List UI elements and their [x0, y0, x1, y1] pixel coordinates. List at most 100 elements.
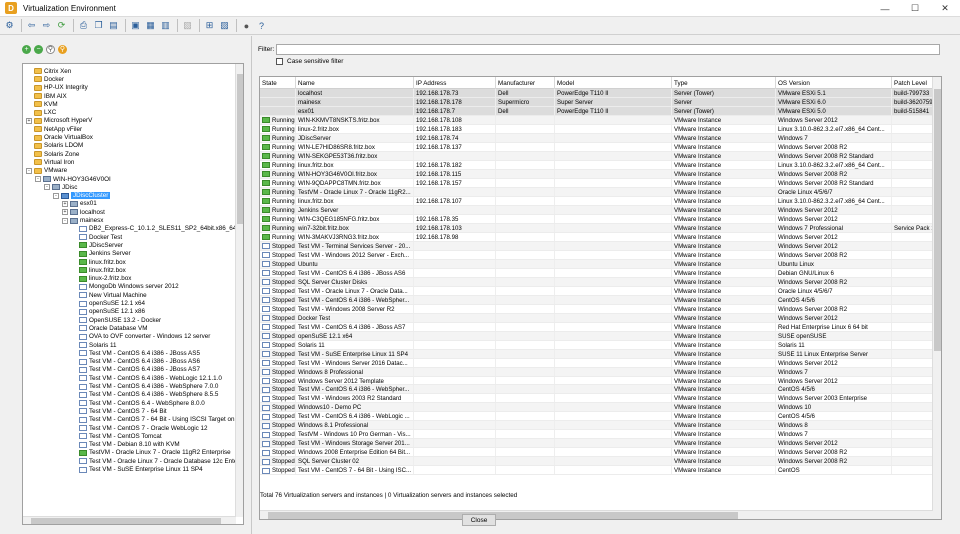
- tree-item[interactable]: Test VM - CentOS 6.4 i386 - WebLogic 12.…: [71, 374, 222, 382]
- tree-item[interactable]: TestVM - Oracle Linux 7 - Oracle 11gR2 E…: [71, 449, 231, 457]
- case-sensitive-option[interactable]: Case sensitive filter: [276, 58, 343, 65]
- table-row[interactable]: Stopped Test VM - CentOS 6.4 i386 - WebLo…: [260, 412, 933, 422]
- tree-item[interactable]: linux-2.fritz.box: [71, 275, 131, 283]
- copy-icon[interactable]: ❐: [92, 19, 105, 32]
- tree-item[interactable]: Test VM - Oracle Linux 7 - Oracle Databa…: [71, 457, 243, 465]
- tree-item[interactable]: Virtual Iron: [26, 158, 74, 166]
- tree-item[interactable]: Docker: [26, 75, 64, 83]
- window-icon[interactable]: ▣: [129, 19, 142, 32]
- table-row[interactable]: Stopped Test VM - CentOS 6.4 i386 - WebSp…: [260, 295, 933, 305]
- table-row[interactable]: Stopped Test VM - CentOS 6.4 i386 - WebSp…: [260, 385, 933, 395]
- tree-item[interactable]: New Virtual Machine: [71, 291, 147, 299]
- table-row[interactable]: Running TestVM - Oracle Linux 7 - Oracle …: [260, 187, 933, 197]
- table-vertical-scrollbar[interactable]: [932, 77, 941, 519]
- tree-item[interactable]: + localhost: [62, 208, 105, 216]
- table-row[interactable]: Stopped Windows 8 Professional VMware Inst…: [260, 367, 933, 377]
- tree-item[interactable]: MongoDb Windows server 2012: [71, 283, 179, 291]
- tree-item[interactable]: Test VM - CentOS 6.4 i386 - JBoss AS6: [71, 358, 200, 366]
- expand-icon[interactable]: +: [26, 117, 32, 124]
- table-row[interactable]: Stopped Docker Test VMware Instance Windows…: [260, 313, 933, 323]
- collapse-icon[interactable]: -: [44, 184, 50, 191]
- table-row[interactable]: Running linux.fritz.box 192.168.178.182 VMw…: [260, 160, 933, 170]
- tree-item[interactable]: Test VM - SuSE Enterprise Linux 11 SP4: [71, 465, 203, 473]
- tree-item[interactable]: Oracle Database VM: [71, 324, 147, 332]
- table-row[interactable]: Stopped Test VM - CentOS 7 - 64 Bit - Usi…: [260, 466, 933, 476]
- tree-item[interactable]: LXC: [26, 109, 56, 117]
- table-row[interactable]: Stopped Ubuntu VMware Instance Ubuntu Linux: [260, 259, 933, 269]
- refresh-icon[interactable]: ⟳: [55, 19, 68, 32]
- table-row[interactable]: Stopped Solaris 11 VMware Instance Solaris …: [260, 340, 933, 350]
- save-icon[interactable]: ▦: [144, 19, 157, 32]
- column-header[interactable]: IP Address: [414, 77, 496, 89]
- table-row[interactable]: Stopped Windows Server 2012 Template VMwar…: [260, 376, 933, 386]
- tree-item[interactable]: - mainesx: [62, 216, 103, 224]
- search-icon[interactable]: ⚲: [46, 45, 55, 54]
- tree-item[interactable]: Test VM - CentOS 6.4 i386 - WebSphere 7.…: [71, 382, 218, 390]
- case-sensitive-checkbox[interactable]: [276, 58, 283, 65]
- expand-icon[interactable]: +: [62, 200, 68, 207]
- zoom-icon[interactable]: ⚲: [58, 45, 67, 54]
- table-row[interactable]: localhost 192.168.178.73 Dell PowerEdge T11…: [260, 89, 933, 98]
- add-icon[interactable]: +: [22, 45, 31, 54]
- table-row[interactable]: Running WIN-HOY3G46V0OI.fritz.box 192.168.…: [260, 169, 933, 179]
- environment-tree[interactable]: Citrix Xen Docker HP-UX Integrity IBM AIX KV…: [22, 63, 244, 525]
- table-row[interactable]: Running WIN-LE7HID86SR8.fritz.box 192.168.…: [260, 142, 933, 152]
- filter-input[interactable]: [276, 44, 940, 55]
- tree-item[interactable]: openSuSE 12.1 x86: [71, 308, 145, 316]
- table-row[interactable]: Running JDiscServer 192.168.178.74 VMware I…: [260, 133, 933, 143]
- column-header[interactable]: Type: [672, 77, 776, 89]
- help-icon[interactable]: ?: [255, 19, 268, 32]
- tree-item[interactable]: Solaris LDOM: [26, 142, 83, 150]
- table-row[interactable]: Running linux.fritz.box 192.168.178.107 VMw…: [260, 196, 933, 206]
- table-row[interactable]: Stopped SQL Server Cluster Disks VMware In…: [260, 277, 933, 287]
- table-row[interactable]: Stopped Test VM - SuSE Enterprise Linux 1…: [260, 349, 933, 359]
- tree-item[interactable]: Test VM - CentOS 6.4 i386 - JBoss AS5: [71, 349, 200, 357]
- table-row[interactable]: Stopped SQL Server Cluster 02 VMware Insta…: [260, 457, 933, 467]
- collapse-icon[interactable]: -: [53, 192, 59, 199]
- table-row[interactable]: Stopped Test VM - CentOS 6.4 i386 - JBoss…: [260, 268, 933, 278]
- table-row[interactable]: esx01 192.168.178.7 Dell PowerEdge T110 II S…: [260, 106, 933, 116]
- tree-item[interactable]: - WIN-HOY3G46V0OI: [35, 175, 111, 183]
- scrollbar-thumb[interactable]: [31, 518, 221, 524]
- tree-item[interactable]: + Microsoft HyperV: [26, 117, 92, 125]
- tree-horizontal-scrollbar[interactable]: [23, 516, 236, 524]
- table-row[interactable]: Stopped Windows10 - Demo PC VMware Instanc…: [260, 403, 933, 413]
- table-row[interactable]: mainesx 192.168.178.178 Supermicro Super Se…: [260, 97, 933, 107]
- close-button[interactable]: Close: [462, 514, 496, 526]
- tree-item[interactable]: Citrix Xen: [26, 67, 71, 75]
- close-window-button[interactable]: ✕: [930, 0, 960, 17]
- tree-item[interactable]: Test VM - CentOS Tomcat: [71, 432, 162, 440]
- tree-item[interactable]: JDiscServer: [71, 241, 123, 249]
- settings-icon[interactable]: ⚙: [3, 19, 16, 32]
- column-header[interactable]: OS Version: [776, 77, 892, 89]
- tree-vertical-scrollbar[interactable]: [235, 64, 243, 517]
- tree-item[interactable]: linux.fritz.box: [71, 258, 126, 266]
- table-row[interactable]: Stopped Test VM - Windows Server 2016 Dat…: [260, 358, 933, 368]
- tree-item[interactable]: OpenSUSE 13.2 - Docker: [71, 316, 161, 324]
- tree-item[interactable]: - JDisc: [44, 183, 77, 191]
- tree-item[interactable]: NetApp vFiler: [26, 125, 82, 133]
- table-row[interactable]: Stopped Test VM - CentOS 6.4 i386 - JBoss…: [260, 322, 933, 332]
- disabled-icon[interactable]: ▧: [181, 19, 194, 32]
- column-header[interactable]: Patch Level: [892, 77, 933, 89]
- tree-item[interactable]: IBM AIX: [26, 92, 67, 100]
- column-header[interactable]: Name: [296, 77, 414, 89]
- tree-item[interactable]: Test VM - CentOS 6.4 - WebSphere 8.0.0: [71, 399, 205, 407]
- column-header[interactable]: Manufacturer: [496, 77, 555, 89]
- table-row[interactable]: Running win7-32bit.fritz.box 192.168.178.1…: [260, 223, 933, 233]
- collapse-icon[interactable]: -: [26, 167, 32, 174]
- chart-icon[interactable]: ▨: [218, 19, 231, 32]
- table-row[interactable]: Stopped Test VM - Windows 2003 R2 Standar…: [260, 394, 933, 404]
- column-header[interactable]: Model: [555, 77, 672, 89]
- table-row[interactable]: Stopped Test VM - Windows Storage Server …: [260, 439, 933, 449]
- table-row[interactable]: Running WIN-C3QEG185NFG.fritz.box 192.168.…: [260, 214, 933, 224]
- tree-item[interactable]: Test VM - CentOS 7 - 64 Bit: [71, 407, 167, 415]
- tree-item[interactable]: Test VM - CentOS 7 - Oracle WebLogic 12: [71, 424, 208, 432]
- tree-item[interactable]: Solaris 11: [71, 341, 117, 349]
- tree-item[interactable]: + esx01: [62, 200, 97, 208]
- maximize-button[interactable]: ☐: [900, 0, 930, 17]
- table-row[interactable]: Stopped Windows 8.1 Professional VMware In…: [260, 421, 933, 431]
- column-header[interactable]: State: [260, 77, 296, 89]
- table-row[interactable]: Running Jenkins Server VMware Instance Wind…: [260, 205, 933, 215]
- table-row[interactable]: Stopped openSuSE 12.1 x64 VMware Instance S…: [260, 331, 933, 341]
